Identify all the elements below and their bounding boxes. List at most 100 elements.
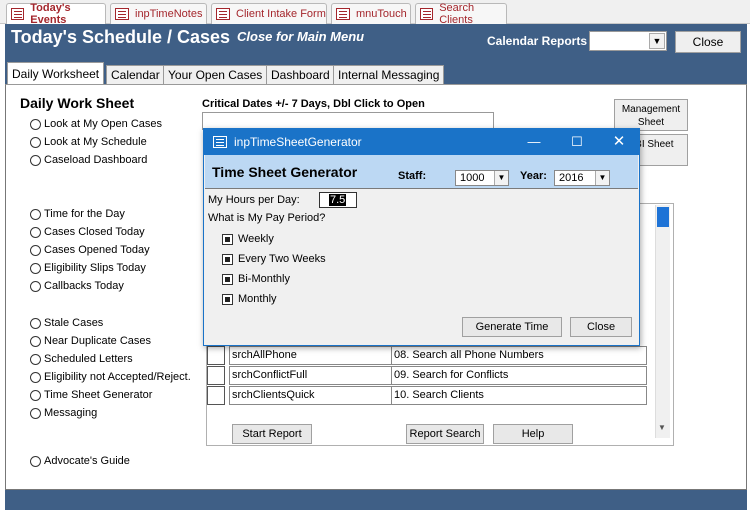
form-icon [213,136,227,148]
option-advocates-guide[interactable]: Advocate's Guide [30,453,130,469]
management-sheet-button[interactable]: Management Sheet [614,99,688,131]
option-look-at-my-open-cases[interactable]: Look at My Open Cases [30,116,162,132]
dialog-title-bar[interactable]: inpTimeSheetGenerator — ☐ ✕ [204,129,639,155]
option-scheduled-letters[interactable]: Scheduled Letters [30,351,133,367]
option-look-at-my-schedule[interactable]: Look at My Schedule [30,134,147,150]
option-near-duplicate-cases[interactable]: Near Duplicate Cases [30,333,151,349]
report-desc-cell: 10. Search Clients [392,386,647,405]
divider [205,188,638,189]
tab-daily-worksheet[interactable]: Daily Worksheet [7,62,105,84]
hours-per-day-value: 7.5 [329,194,347,206]
tab-dashboard[interactable]: Dashboard [266,65,335,84]
row-selector[interactable] [207,346,225,365]
pay-period-bi-monthly[interactable]: Bi-Monthly [222,272,290,286]
doc-tab-label: mnuTouch [356,8,407,20]
report-name-cell: srchConflictFull [229,366,392,385]
hours-per-day-input[interactable]: 7.5 [319,192,357,208]
calendar-reports-select[interactable]: ▼ [589,31,667,51]
table-row[interactable]: srchAllPhone 08. Search all Phone Number… [229,346,647,365]
table-row[interactable]: srchClientsQuick 10. Search Clients [229,386,647,405]
doc-tab-todays-events[interactable]: Today's Events [6,2,106,26]
tab-your-open-cases[interactable]: Your Open Cases [163,65,268,84]
pay-period-label: What is My Pay Period? [208,212,326,224]
option-stale-cases[interactable]: Stale Cases [30,315,103,331]
staff-value: 1000 [460,172,485,184]
radio-circle-icon [30,280,41,292]
doc-tab-label: Client Intake Form [236,8,326,20]
row-selector[interactable] [207,386,225,405]
report-desc-cell: 09. Search for Conflicts [392,366,647,385]
pay-period-every-two-weeks[interactable]: Every Two Weeks [222,252,326,266]
form-icon [115,8,129,20]
pay-period-option-label: Monthly [238,293,277,305]
close-icon[interactable]: ✕ [604,131,634,153]
radio-circle-icon [30,335,41,347]
report-search-button[interactable]: Report Search [406,424,484,444]
minimize-icon[interactable]: — [519,131,549,153]
start-report-button[interactable]: Start Report [232,424,312,444]
radio-circle-icon [30,208,41,220]
pay-period-option-label: Weekly [238,233,274,245]
pay-period-weekly[interactable]: Weekly [222,232,274,246]
option-cases-opened-today[interactable]: Cases Opened Today [30,242,150,258]
tab-calendar[interactable]: Calendar [106,65,165,84]
radio-circle-icon [30,154,41,166]
close-button[interactable]: Close [675,31,741,53]
form-header: Today's Schedule / Cases Close for Main … [5,24,747,64]
chevron-down-icon[interactable]: ▼ [649,33,665,49]
radio-circle-icon [30,136,41,148]
maximize-icon[interactable]: ☐ [562,131,592,153]
pay-period-monthly[interactable]: Monthly [222,292,277,306]
doc-tab-search-clients[interactable]: Search Clients [415,2,507,26]
form-icon [420,8,434,20]
chevron-down-icon[interactable]: ▼ [595,171,609,185]
tab-internal-messaging[interactable]: Internal Messaging [333,65,445,84]
staff-select[interactable]: 1000 ▼ [455,170,509,186]
option-box-icon [222,253,233,265]
option-time-sheet-generator[interactable]: Time Sheet Generator [30,387,152,403]
option-label: Time for the Day [44,208,125,220]
option-label: Look at My Schedule [44,136,147,148]
dialog-close-button[interactable]: Close [570,317,632,337]
radio-circle-icon [30,353,41,365]
dialog-window-title: inpTimeSheetGenerator [234,135,362,149]
pay-period-option-label: Every Two Weeks [238,253,326,265]
row-selector[interactable] [207,366,225,385]
option-label: Eligibility Slips Today [44,262,146,274]
generate-time-button[interactable]: Generate Time [462,317,562,337]
option-eligibility-slips-today[interactable]: Eligibility Slips Today [30,260,146,276]
form-icon [216,8,230,20]
radio-circle-icon [30,371,41,383]
radio-circle-icon [30,455,41,467]
doc-tab-mnutouch[interactable]: mnuTouch [331,3,411,24]
form-icon [11,8,25,20]
option-label: Scheduled Letters [44,353,133,365]
option-label: Eligibility not Accepted/Reject. [44,371,191,383]
option-label: Cases Opened Today [44,244,150,256]
doc-tab-client-intake-form[interactable]: Client Intake Form [211,3,327,24]
option-eligibility-not-accepted[interactable]: Eligibility not Accepted/Reject. [30,369,191,385]
option-label: Messaging [44,407,98,419]
report-list-scrollbar[interactable]: ▼ [655,205,670,438]
doc-tab-inptimenotes[interactable]: inpTimeNotes [110,3,207,24]
option-cases-closed-today[interactable]: Cases Closed Today [30,224,145,240]
radio-circle-icon [30,118,41,130]
hours-per-day-label: My Hours per Day: [208,194,300,206]
help-button[interactable]: Help [493,424,573,444]
option-caseload-dashboard[interactable]: Caseload Dashboard [30,152,147,168]
scrollbar-thumb[interactable] [657,207,669,227]
option-time-for-the-day[interactable]: Time for the Day [30,206,125,222]
option-box-icon [222,273,233,285]
option-box-icon [222,233,233,245]
option-messaging[interactable]: Messaging [30,405,97,421]
option-callbacks-today[interactable]: Callbacks Today [30,278,124,294]
close-for-main-menu-link[interactable]: Close for Main Menu [237,29,364,44]
table-row[interactable]: srchConflictFull 09. Search for Conflict… [229,366,647,385]
chevron-down-icon[interactable]: ▼ [494,171,508,185]
year-select[interactable]: 2016 ▼ [554,170,610,186]
scroll-down-icon[interactable]: ▼ [658,423,666,432]
radio-circle-icon [30,407,41,419]
option-label: Time Sheet Generator [44,389,153,401]
option-label: Near Duplicate Cases [44,335,151,347]
form-tab-bar: Daily Worksheet Calendar Your Open Cases… [5,62,747,84]
